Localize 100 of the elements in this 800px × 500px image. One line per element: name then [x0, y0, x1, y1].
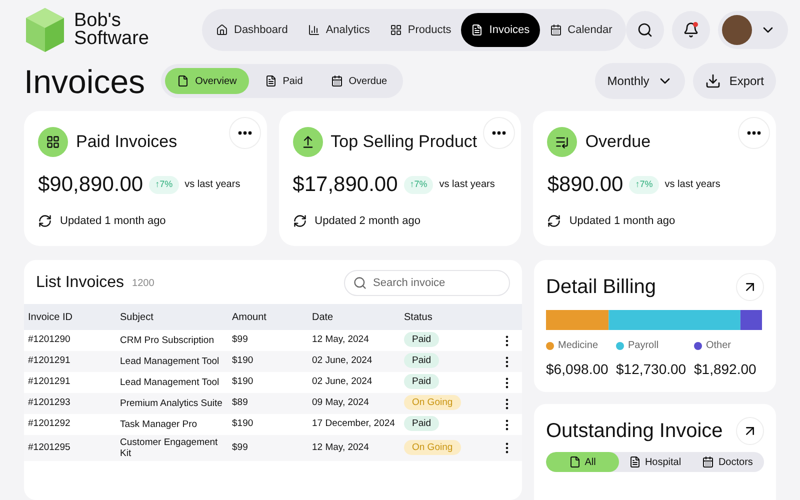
compare-text: vs last years: [439, 178, 495, 192]
amount-text: $6,098.00: [546, 360, 610, 379]
grid-icon: [390, 24, 402, 36]
more-icon: [238, 131, 252, 135]
card-value: $90,890.00: [38, 172, 144, 198]
search-icon: [637, 22, 654, 38]
status-badge: On Going: [404, 395, 461, 410]
compare-text: vs last years: [184, 178, 240, 192]
profile-menu-button[interactable]: [718, 10, 788, 49]
table-cell-text: Lead Management Tool: [120, 377, 220, 388]
export-button[interactable]: Export: [693, 63, 776, 100]
view-tab[interactable]: Paid: [252, 68, 315, 94]
updated-text: Updated 1 month ago: [60, 214, 166, 228]
view-tab[interactable]: Overview: [165, 68, 249, 94]
grid-icon: [46, 135, 60, 149]
status-badge: Paid: [404, 332, 440, 348]
table-cell-text: 12 May, 2024: [312, 333, 370, 348]
table-cell-text: 09 May, 2024: [312, 396, 370, 410]
more-button[interactable]: [483, 117, 516, 149]
table-cell-text: $99: [232, 440, 249, 455]
file-icon: [177, 75, 190, 88]
more-icon: [492, 131, 506, 135]
nav-tab[interactable]: Invoices: [461, 12, 540, 47]
table-cell-text: $190: [232, 417, 254, 432]
table-cell-text: 17 December, 2024: [312, 417, 396, 432]
filter-tab[interactable]: All: [546, 452, 619, 472]
change-badge: ↑7%: [404, 176, 434, 194]
table-cell-text: $190: [232, 375, 254, 390]
more-icon: [747, 131, 761, 135]
table-cell-text: $99: [232, 333, 249, 348]
more-button[interactable]: [738, 117, 770, 149]
cube-logo-icon: [24, 6, 66, 54]
column-header: Amount: [232, 310, 268, 324]
table-cell-text: $190: [232, 354, 254, 368]
calendar-icon: [550, 24, 562, 36]
search-icon: [353, 276, 367, 290]
table-cell-text: #1201291: [28, 354, 72, 368]
card-title: Top Selling Product: [330, 131, 478, 154]
amount-text: $1,892.00: [694, 360, 758, 379]
table-cell-text: #1201291: [28, 375, 72, 390]
nav-tab[interactable]: Products: [380, 12, 462, 47]
compare-text: vs last years: [664, 178, 720, 192]
refresh-icon: [292, 214, 307, 228]
table-cell-text: Customer Engagement Kit: [120, 437, 219, 459]
more-button[interactable]: [228, 117, 261, 149]
table-cell-text: 12 May, 2024: [312, 440, 370, 455]
open-button[interactable]: [736, 273, 764, 301]
search-button[interactable]: [626, 10, 664, 49]
avatar: [722, 14, 752, 45]
updated-text: Updated 2 month ago: [314, 214, 420, 228]
page-title: Invoices: [24, 64, 146, 98]
count-text: 1200: [132, 276, 154, 290]
status-badge: Paid: [404, 416, 440, 432]
document-icon: [471, 24, 484, 36]
open-button[interactable]: [736, 417, 764, 445]
legend-label: Payroll: [628, 339, 659, 353]
nav-tab[interactable]: Dashboard: [206, 12, 298, 47]
bell-icon: [683, 22, 700, 38]
legend-label: Medicine: [558, 339, 598, 353]
column-header: Subject: [120, 310, 154, 324]
brand-name: Bob's: [74, 12, 121, 30]
column-header: Status: [404, 310, 434, 324]
table-cell-text: 02 June, 2024: [312, 354, 374, 368]
bar-chart-icon: [308, 24, 320, 36]
status-badge: Paid: [404, 374, 440, 390]
table-cell-text: #1201293: [28, 396, 72, 410]
notification-button[interactable]: [672, 10, 710, 49]
view-tab[interactable]: Overdue: [318, 68, 400, 94]
status-badge: On Going: [404, 440, 461, 455]
list-icon: [555, 135, 570, 149]
card-value: $17,890.00: [292, 172, 398, 198]
table-cell-text: #1201290: [28, 333, 72, 348]
table-cell-text: $89: [232, 396, 249, 410]
refresh-icon: [38, 214, 52, 228]
status-badge: Paid: [404, 353, 440, 368]
filter-tab[interactable]: Hospital: [618, 452, 692, 472]
file-icon: [568, 456, 581, 468]
table-cell-text: Lead Management Tool: [120, 356, 220, 367]
panel-title: List Invoices: [36, 273, 124, 293]
card-value: $890.00: [547, 172, 624, 198]
table-cell-text: #1201292: [28, 417, 72, 432]
panel-title: Detail Billing: [546, 275, 656, 300]
table-cell-text: 02 June, 2024: [312, 375, 374, 390]
panel-title: Outstanding Invoice: [546, 419, 723, 444]
column-header: Invoice ID: [28, 310, 74, 324]
download-icon: [705, 73, 722, 90]
nav-tab[interactable]: Analytics: [298, 12, 380, 47]
table-cell-text: CRM Pro Subscription: [120, 335, 215, 346]
change-badge: ↑7%: [149, 176, 179, 194]
card-title: Overdue: [585, 131, 651, 154]
amount-text: $12,730.00: [616, 360, 688, 379]
refresh-icon: [547, 214, 562, 228]
upload-icon: [300, 135, 315, 149]
filter-tab[interactable]: Doctors: [691, 452, 764, 472]
calendar-icon: [330, 75, 343, 88]
card-title: Paid Invoices: [76, 131, 178, 154]
brand-name: Software: [74, 30, 149, 48]
nav-tab[interactable]: Calendar: [540, 12, 622, 47]
search-field[interactable]: Search invoice: [344, 270, 510, 296]
period-select[interactable]: Monthly: [595, 63, 686, 100]
